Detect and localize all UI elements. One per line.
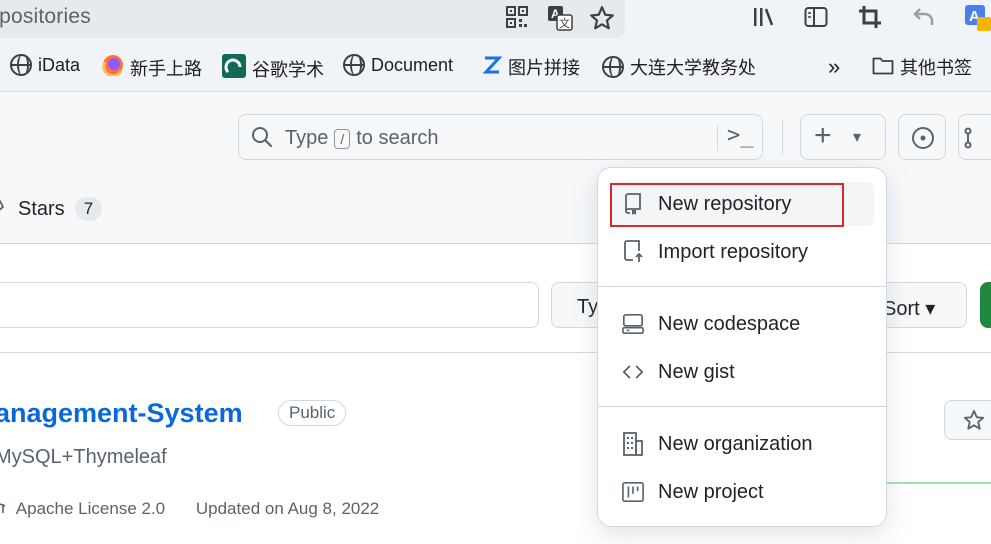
menu-item-new-organization[interactable]: New organization [610,422,874,466]
issue-opened-icon [911,126,935,155]
menu-item-label: New organization [658,432,813,455]
bookmark-label: 图片拼接 [508,58,580,78]
license-label: Apache License 2.0 [15,499,166,518]
chevron-double-right-icon: » [828,54,841,79]
find-repository-input[interactable] [0,282,539,328]
menu-item-new-project[interactable]: New project [610,470,874,514]
sort-label: Sort ▾ [883,298,936,320]
bookmark-label: 其他书签 [900,58,972,78]
slash-key-hint: / [334,128,351,149]
menu-item-new-codespace[interactable]: New codespace [610,302,874,346]
qr-code-icon[interactable] [506,6,528,33]
address-bar-text: repositories [0,5,91,28]
law-icon [0,499,6,519]
pull-requests-button[interactable] [958,114,991,160]
header-divider [782,120,783,154]
menu-item-label: Import repository [658,240,809,263]
project-icon [622,481,644,503]
search-placeholder: Type / to search [285,127,439,150]
tab-stars-label: Stars [18,197,65,220]
menu-item-label: New codespace [658,312,801,335]
svg-text:文: 文 [559,16,570,30]
search-icon [251,126,273,153]
other-bookmarks-folder[interactable]: 其他书签 [872,54,972,80]
translate-icon[interactable]: A文 [547,5,573,36]
repository-description: MySQL+Thymeleaf [0,446,167,468]
repository-name-link[interactable]: anagement-System [0,398,243,429]
updated-label: Updated on Aug 8, 2022 [195,499,380,518]
menu-item-import-repository[interactable]: Import repository [610,230,874,274]
menu-item-label: New project [658,480,764,503]
menu-item-new-gist[interactable]: New gist [610,350,874,394]
new-repository-button[interactable] [980,282,991,328]
star-icon [0,196,8,222]
command-palette-icon[interactable]: >_ [727,123,754,148]
undo-icon[interactable] [912,6,936,33]
globe-icon [343,54,365,76]
extension-translate-icon[interactable]: A [964,4,991,37]
visibility-badge: Public [278,400,347,426]
organization-icon [622,432,644,456]
menu-divider [598,406,886,407]
star-icon [963,409,985,436]
firefox-icon [102,54,124,81]
search-divider [717,125,718,151]
sidebar-icon[interactable] [804,6,828,33]
codespace-icon [622,313,644,335]
bookmark-label: Document [371,54,454,75]
bookmark-newbie[interactable]: 新手上路 [102,54,202,81]
star-repo-button[interactable] [944,400,991,440]
issues-button[interactable] [898,114,946,160]
tab-stars[interactable]: Stars 7 [0,196,103,222]
menu-item-label: New gist [658,360,735,383]
search-input[interactable]: Type / to search >_ [238,114,763,160]
repo-push-icon [622,240,644,263]
plus-icon: + [814,119,832,152]
bookmarks-bar: iData 新手上路 谷歌学术 Document 图片拼接 大连大学教务处 » … [0,40,991,92]
triangle-down-icon: ▾ [853,129,862,146]
library-icon[interactable] [752,6,776,33]
bookmark-document[interactable]: Document [343,54,453,76]
stars-count-badge: 7 [74,197,103,221]
activity-graph [886,482,991,484]
bookmark-label: iData [38,54,81,75]
bookmark-star-icon[interactable] [589,5,615,36]
bookmark-label: 大连大学教务处 [630,58,756,78]
menu-divider [598,286,886,287]
repository-meta: Apache License 2.0 Updated on Aug 8, 202… [0,499,379,519]
scholar-icon [222,54,246,83]
bookmark-dalian-university[interactable]: 大连大学教务处 [602,54,756,80]
bookmark-label: 新手上路 [130,58,202,79]
search-placeholder-type: Type [285,127,329,149]
highlight-annotation [610,183,844,227]
bookmark-image-stitch[interactable]: 图片拼接 [482,54,580,80]
code-icon [622,361,644,383]
folder-icon [872,55,894,80]
globe-icon [602,56,624,78]
z-icon [482,55,503,80]
address-bar[interactable]: repositories [0,0,625,38]
bookmark-idata[interactable]: iData [10,54,80,76]
crop-screenshot-icon[interactable] [858,5,882,34]
type-filter-label: Ty [577,296,599,318]
git-pull-request-icon [963,126,987,155]
globe-icon [10,54,32,76]
search-placeholder-rest: to search [356,127,439,149]
browser-toolbar: repositories A文 A [0,0,991,40]
bookmark-google-scholar[interactable]: 谷歌学术 [222,54,324,83]
bookmark-label: 谷歌学术 [252,59,324,80]
create-new-button[interactable]: + ▾ [800,114,886,160]
bookmarks-overflow-button[interactable]: » [828,54,840,80]
